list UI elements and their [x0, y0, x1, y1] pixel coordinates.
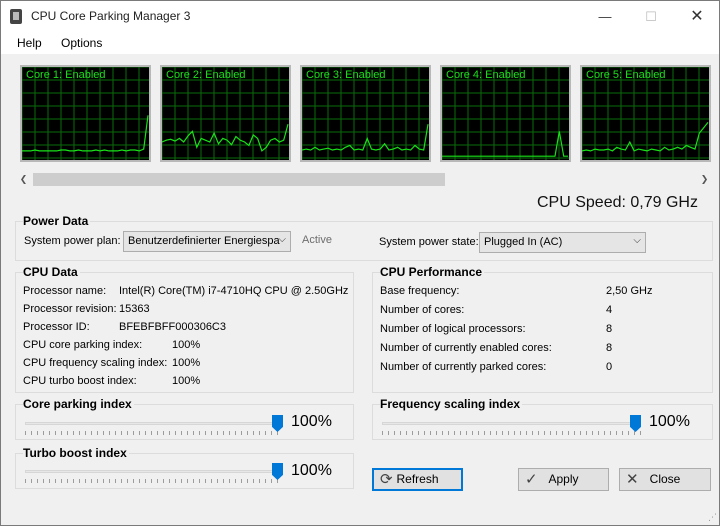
maximize-button[interactable]: ☐ [628, 1, 674, 32]
core-load-line [442, 131, 568, 157]
cores-count-value: 4 [606, 304, 613, 316]
core-parking-index-label: CPU core parking index: [23, 339, 143, 351]
core-graph: Core 2: Enabled [160, 65, 291, 162]
app-icon [10, 9, 22, 24]
freq-scaling-slider[interactable] [382, 414, 641, 436]
power-plan-label: System power plan: [24, 235, 121, 247]
core-graph: Core 5: Enabled [580, 65, 711, 162]
core-load-line [582, 122, 709, 152]
freq-scaling-index-value: 100% [172, 357, 201, 369]
refresh-button[interactable]: ⟳ Refresh [372, 468, 463, 491]
processor-revision-value: 15363 [119, 303, 150, 315]
scrollbar-thumb[interactable] [33, 173, 445, 186]
minimize-button[interactable]: — [582, 1, 628, 32]
parked-cores-label: Number of currently parked cores: [380, 361, 547, 373]
cores-count-label: Number of cores: [380, 304, 465, 316]
slider-thumb[interactable] [630, 415, 641, 432]
processor-name-value: Intel(R) Core(TM) i7-4710HQ CPU @ 2.50GH… [119, 285, 349, 297]
slider-ticks [25, 431, 283, 435]
core-parking-index-value: 100% [172, 339, 201, 351]
apply-button-label: Apply [548, 472, 579, 486]
main-window: CPU Core Parking Manager 3 — ☐ ✕ Help Op… [0, 0, 720, 526]
cpu-speed-readout: CPU Speed: 0,79 GHz [537, 194, 698, 212]
cpu-speed-value: 0,79 GHz [630, 194, 698, 211]
power-plan-select[interactable]: Benutzerdefinierter Energiespa ⌵ [123, 231, 291, 252]
power-state-select[interactable]: Plugged In (AC) ⌵ [479, 232, 646, 253]
close-button[interactable]: ✕ Close [619, 468, 711, 491]
menu-help[interactable]: Help [17, 36, 42, 50]
core-graph: Core 1: Enabled [20, 65, 151, 162]
slider-thumb[interactable] [272, 415, 283, 432]
power-state-value: Plugged In (AC) [484, 236, 563, 248]
core-graph: Core 4: Enabled [440, 65, 571, 162]
close-window-button[interactable]: ✕ [674, 1, 720, 32]
freq-scaling-slider-title: Frequency scaling index [380, 397, 523, 411]
freq-scaling-index-label: CPU frequency scaling index: [23, 357, 168, 369]
refresh-button-label: Refresh [396, 472, 439, 486]
parked-cores-value: 0 [606, 361, 613, 373]
base-frequency-label: Base frequency: [380, 285, 460, 297]
core-parking-slider-title: Core parking index [23, 397, 134, 411]
graphs-horizontal-scrollbar[interactable]: ❮ ❯ [15, 171, 713, 188]
cpu-performance-title: CPU Performance [380, 265, 485, 279]
core-graph-label: Core 1: Enabled [26, 69, 106, 81]
window-title: CPU Core Parking Manager 3 [31, 9, 191, 23]
freq-scaling-slider-value: 100% [649, 413, 690, 430]
core-graph-label: Core 4: Enabled [446, 69, 526, 81]
slider-thumb[interactable] [272, 463, 283, 480]
refresh-icon: ⟳ [380, 471, 393, 488]
core-graph-label: Core 5: Enabled [586, 69, 666, 81]
close-button-label: Close [649, 472, 681, 486]
enabled-cores-label: Number of currently enabled cores: [380, 342, 552, 354]
turbo-boost-slider-title: Turbo boost index [23, 446, 129, 460]
chevron-down-icon: ⌵ [278, 234, 286, 245]
checkmark-icon: ✓ [525, 471, 538, 488]
turbo-boost-index-label: CPU turbo boost index: [23, 375, 137, 387]
processor-id-label: Processor ID: [23, 321, 90, 333]
turbo-boost-index-value: 100% [172, 375, 201, 387]
core-parking-slider[interactable] [25, 414, 283, 436]
power-plan-status: Active [302, 234, 332, 246]
title-bar[interactable]: CPU Core Parking Manager 3 — ☐ ✕ [1, 1, 719, 32]
power-data-title: Power Data [23, 214, 91, 228]
power-plan-value: Benutzerdefinierter Energiespa [128, 235, 280, 247]
slider-track [25, 422, 283, 425]
slider-track [25, 470, 283, 473]
turbo-boost-slider[interactable] [25, 462, 283, 484]
slider-track [382, 422, 641, 425]
slider-ticks [25, 479, 283, 483]
core-parking-slider-value: 100% [291, 413, 332, 430]
scroll-right-icon[interactable]: ❯ [696, 171, 713, 188]
core-load-line [302, 124, 429, 151]
core-graph-label: Core 2: Enabled [166, 69, 246, 81]
processor-id-value: BFEBFBFF000306C3 [119, 321, 226, 333]
core-load-line [22, 115, 149, 152]
menu-bar: Help Options [1, 32, 719, 54]
menu-options[interactable]: Options [61, 36, 102, 50]
processor-name-label: Processor name: [23, 285, 107, 297]
close-icon: ✕ [626, 471, 639, 488]
apply-button[interactable]: ✓ Apply [518, 468, 609, 491]
chevron-down-icon: ⌵ [633, 235, 641, 246]
turbo-boost-slider-value: 100% [291, 462, 332, 479]
logical-processors-label: Number of logical processors: [380, 323, 526, 335]
core-graph: Core 3: Enabled [300, 65, 431, 162]
core-graph-label: Core 3: Enabled [306, 69, 386, 81]
cpu-data-title: CPU Data [23, 265, 80, 279]
core-load-line [162, 124, 289, 152]
base-frequency-value: 2,50 GHz [606, 285, 653, 297]
power-state-label: System power state: [379, 236, 479, 248]
slider-ticks [382, 431, 641, 435]
logical-processors-value: 8 [606, 323, 613, 335]
scroll-left-icon[interactable]: ❮ [15, 171, 32, 188]
resize-grip-icon[interactable]: ⋰ [708, 512, 717, 523]
cpu-speed-label: CPU Speed: [537, 194, 626, 211]
enabled-cores-value: 8 [606, 342, 613, 354]
processor-revision-label: Processor revision: [23, 303, 117, 315]
core-graphs-strip: Core 1: Enabled Core 2: Enabled Core 3: … [1, 58, 719, 171]
